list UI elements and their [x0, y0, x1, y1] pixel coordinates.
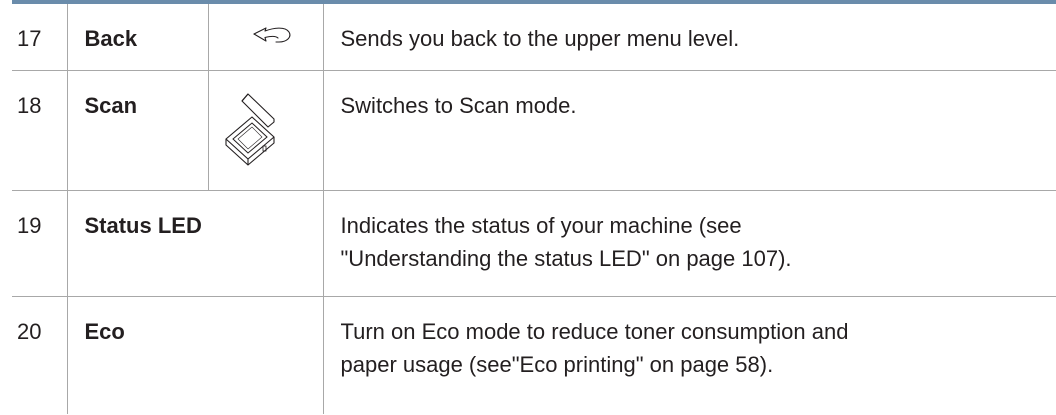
table-row: 17 Back Sends you back to the upper menu… [12, 4, 1056, 70]
description-text: "Understanding the status LED" on page 1… [340, 245, 792, 271]
row-number: 19 [12, 189, 67, 296]
description-cell: Sends you back to the upper menu level. [322, 4, 1056, 70]
description-text: Indicates the status of your machine (se… [340, 212, 742, 238]
row-number: 18 [12, 69, 67, 190]
table-row: 20 Eco Turn on Eco mode to reduce toner … [12, 295, 1056, 414]
table-row: 18 Scan Switches to Scan mode. [12, 69, 1056, 190]
icon-cell [207, 4, 323, 70]
scanner-icon [209, 91, 323, 173]
row-number: 20 [12, 295, 67, 414]
description-text: Turn on Eco mode to reduce toner consump… [340, 318, 849, 344]
button-name: Back [66, 4, 208, 70]
description-cell: Switches to Scan mode. [322, 69, 1056, 190]
back-arrow-icon [209, 25, 323, 45]
description-text: paper usage (see"Eco printing" on page 5… [340, 351, 774, 377]
button-name: Status LED [66, 189, 323, 296]
button-name: Scan [66, 69, 208, 190]
control-panel-table: 17 Back Sends you back to the upper menu… [12, 4, 1056, 414]
control-panel-table-page: 17 Back Sends you back to the upper menu… [0, 0, 1056, 415]
description-text: Switches to Scan mode. [340, 92, 577, 118]
table-row: 19 Status LED Indicates the status of yo… [12, 189, 1056, 296]
row-number: 17 [17, 26, 42, 51]
icon-cell [207, 69, 323, 190]
description-cell: Turn on Eco mode to reduce toner consump… [322, 295, 1056, 414]
description-text: Sends you back to the upper menu level. [340, 26, 740, 51]
button-name: Eco [66, 295, 323, 414]
description-cell: Indicates the status of your machine (se… [322, 189, 1056, 296]
